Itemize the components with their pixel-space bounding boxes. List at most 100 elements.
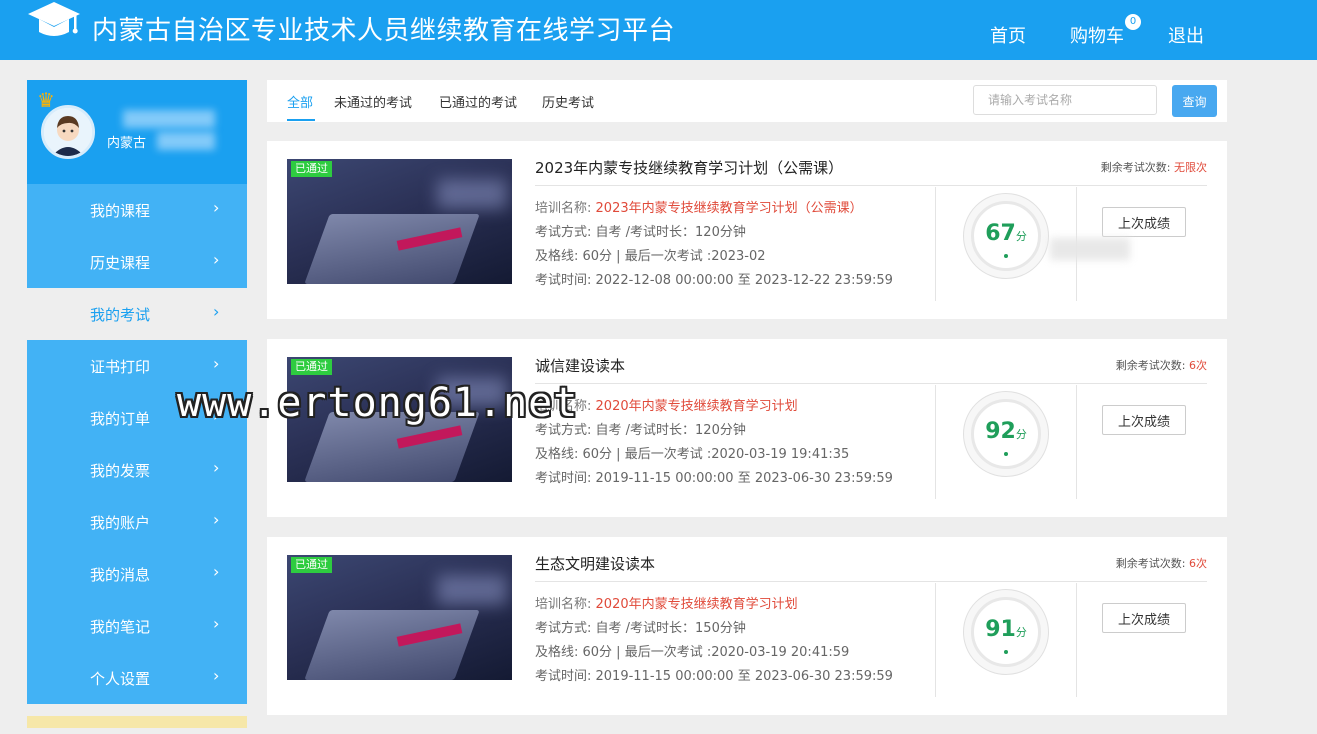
- score-value: 92: [985, 419, 1016, 444]
- exam-card: 已通过 生态文明建设读本 剩余考试次数: 6次培训名称: 2020年内蒙专技继续教育…: [267, 537, 1227, 715]
- sidebar-item-label: 我的账户: [90, 514, 151, 532]
- pass-line-info: 及格线: 60分 | 最后一次考试 :2020-03-19 20:41:59: [535, 645, 850, 660]
- sidebar-item-label: 历史课程: [90, 254, 151, 272]
- sidebar-item-label: 我的课程: [90, 202, 151, 220]
- top-header: 内蒙古自治区专业技术人员继续教育在线学习平台 首页 购物车 0 退出: [0, 0, 1317, 60]
- promo-banner[interactable]: [27, 716, 247, 728]
- sidebar-item[interactable]: 我的消息 ›: [27, 548, 247, 600]
- divider: [935, 187, 936, 301]
- sidebar-item-label: 我的笔记: [90, 618, 151, 636]
- exam-time-line: 考试时间: 2022-12-08 00:00:00 至 2023-12-22 2…: [535, 273, 893, 288]
- chevron-right-icon: ›: [213, 354, 220, 373]
- sidebar-item-label: 我的订单: [90, 410, 151, 428]
- exam-filter-bar: 全部 未通过的考试 已通过的考试 历史考试 查询: [267, 80, 1227, 122]
- sidebar-item-label: 我的消息: [90, 566, 151, 584]
- nav-logout-link[interactable]: 退出: [1168, 22, 1204, 48]
- score-circle: 92分: [963, 391, 1049, 477]
- training-name-value: 2020年内蒙专技继续教育学习计划: [595, 399, 798, 414]
- username: 内蒙古: [107, 136, 147, 151]
- cart-count-badge: 0: [1125, 14, 1141, 30]
- sidebar-item-label: 我的考试: [90, 306, 151, 324]
- watermark-text: www.ertong61.net: [177, 380, 579, 426]
- exam-title[interactable]: 诚信建设读本: [535, 355, 625, 376]
- course-thumbnail[interactable]: [287, 555, 512, 680]
- exam-title[interactable]: 2023年内蒙专技继续教育学习计划（公需课）: [535, 157, 843, 178]
- site-title: 内蒙古自治区专业技术人员继续教育在线学习平台: [92, 16, 676, 46]
- last-score-button[interactable]: 上次成绩: [1102, 603, 1186, 633]
- divider: [1076, 385, 1077, 499]
- pass-line-info: 及格线: 60分 | 最后一次考试 :2020-03-19 19:41:35: [535, 447, 850, 462]
- tab-history[interactable]: 历史考试: [542, 92, 594, 111]
- profile-card: ♛ 内蒙古: [27, 80, 247, 184]
- redacted-name-blur: [157, 132, 215, 150]
- score-unit: 分: [1015, 626, 1027, 639]
- tab-not-passed[interactable]: 未通过的考试: [334, 92, 412, 111]
- divider: [535, 383, 1207, 384]
- divider: [935, 583, 936, 697]
- score-value: 67: [985, 221, 1016, 246]
- remaining-attempts-value: 无限次: [1174, 161, 1207, 174]
- training-name-value: 2020年内蒙专技继续教育学习计划: [595, 597, 798, 612]
- sidebar-item[interactable]: 历史课程 ›: [27, 236, 247, 288]
- tab-passed[interactable]: 已通过的考试: [439, 92, 517, 111]
- divider: [1076, 583, 1077, 697]
- score-unit: 分: [1015, 230, 1027, 243]
- exam-time-line: 考试时间: 2019-11-15 00:00:00 至 2023-06-30 2…: [535, 471, 893, 486]
- graduation-cap-icon: [28, 2, 80, 36]
- remaining-attempts-value: 6次: [1189, 359, 1207, 372]
- remaining-attempts: 剩余考试次数: 6次: [1116, 357, 1207, 373]
- tab-all[interactable]: 全部: [287, 92, 313, 111]
- chevron-right-icon: ›: [213, 458, 220, 477]
- remaining-attempts-label: 剩余考试次数:: [1115, 359, 1186, 372]
- chevron-right-icon: ›: [213, 250, 220, 269]
- passed-status-badge: 已通过: [291, 161, 332, 177]
- score-circle: 67分: [963, 193, 1049, 279]
- training-name-value: 2023年内蒙专技继续教育学习计划（公需课）: [595, 201, 863, 216]
- sidebar-item-label: 我的发票: [90, 462, 151, 480]
- sidebar-item[interactable]: 个人设置 ›: [27, 652, 247, 704]
- divider: [935, 385, 936, 499]
- sidebar-item[interactable]: 我的课程 ›: [27, 184, 247, 236]
- last-score-button[interactable]: 上次成绩: [1102, 405, 1186, 435]
- score-circle: 91分: [963, 589, 1049, 675]
- score-unit: 分: [1015, 428, 1027, 441]
- exam-search-input[interactable]: [973, 85, 1157, 115]
- sidebar-item[interactable]: 我的考试 ›: [27, 288, 247, 340]
- sidebar-menu: 我的课程 › 历史课程 › 我的考试 › 证书打印 › 我的订单 › 我的发票 › 我的账户 › 我的消息 ›…: [27, 184, 247, 704]
- chevron-right-icon: ›: [213, 198, 220, 217]
- divider: [535, 185, 1207, 186]
- redacted-date-blur: [1050, 238, 1130, 260]
- sidebar-item[interactable]: 我的笔记 ›: [27, 600, 247, 652]
- remaining-attempts: 剩余考试次数: 6次: [1116, 555, 1207, 571]
- remaining-attempts-value: 6次: [1189, 557, 1207, 570]
- divider: [535, 581, 1207, 582]
- chevron-right-icon: ›: [213, 302, 220, 321]
- exam-time-line: 考试时间: 2019-11-15 00:00:00 至 2023-06-30 2…: [535, 669, 893, 684]
- exam-card: 已通过 诚信建设读本 剩余考试次数: 6次 培训名称: 2020年内蒙专技继续教育学习…: [267, 339, 1227, 517]
- passed-status-badge: 已通过: [291, 557, 332, 573]
- remaining-attempts-label: 剩余考试次数:: [1115, 557, 1186, 570]
- sidebar-item-label: 个人设置: [90, 670, 151, 688]
- remaining-attempts-label: 剩余考试次数:: [1100, 161, 1171, 174]
- user-avatar-icon[interactable]: [41, 105, 95, 159]
- exam-title[interactable]: 生态文明建设读本: [535, 553, 655, 574]
- sidebar-item[interactable]: 我的账户 ›: [27, 496, 247, 548]
- course-thumbnail[interactable]: [287, 159, 512, 284]
- chevron-right-icon: ›: [213, 562, 220, 581]
- chevron-right-icon: ›: [213, 666, 220, 685]
- crown-icon: ♛: [37, 88, 55, 112]
- sidebar-item-label: 证书打印: [90, 358, 151, 376]
- remaining-attempts: 剩余考试次数: 无限次: [1101, 159, 1207, 175]
- passed-status-badge: 已通过: [291, 359, 332, 375]
- training-name-label: 培训名称:: [535, 597, 592, 612]
- nav-cart-link[interactable]: 购物车: [1070, 22, 1124, 48]
- exam-method-line: 考试方式: 自考 /考试时长：150分钟: [535, 621, 746, 636]
- search-button[interactable]: 查询: [1172, 85, 1217, 117]
- last-score-button[interactable]: 上次成绩: [1102, 207, 1186, 237]
- sidebar-item[interactable]: 我的发票 ›: [27, 444, 247, 496]
- chevron-right-icon: ›: [213, 510, 220, 529]
- redacted-name-blur: [123, 110, 215, 128]
- pass-line-info: 及格线: 60分 | 最后一次考试 :2023-02: [535, 249, 766, 264]
- nav-home-link[interactable]: 首页: [990, 22, 1026, 48]
- training-name-line: 培训名称: 2020年内蒙专技继续教育学习计划: [535, 593, 798, 612]
